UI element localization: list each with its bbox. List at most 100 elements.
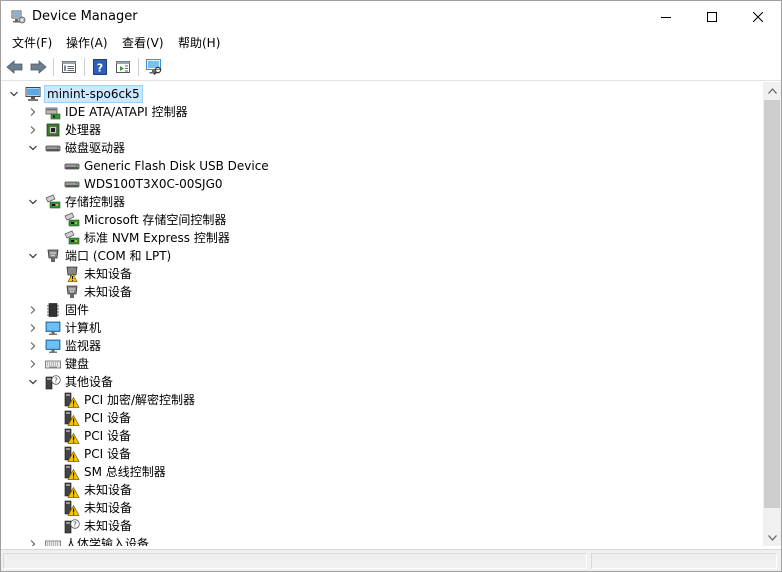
device-tree[interactable]: minint-spo6ck5 IDE ATA/ATAPI 控制器 处理器 磁盘驱… — [1, 82, 763, 546]
scroll-up-button[interactable] — [763, 82, 781, 99]
tree-item-other-device[interactable]: 未知设备 — [1, 499, 763, 517]
tree-item-label: 固件 — [65, 303, 90, 317]
warning-device-icon — [64, 500, 80, 516]
tree-item-label: 标准 NVM Express 控制器 — [84, 231, 230, 245]
tree-item-storage-controller[interactable]: Microsoft 存储空间控制器 — [1, 211, 763, 229]
tree-item-label: 未知设备 — [84, 267, 133, 281]
tree-item-ide[interactable]: IDE ATA/ATAPI 控制器 — [1, 103, 763, 121]
show-hide-pane-button[interactable] — [114, 58, 132, 76]
toolbar-separator — [53, 58, 54, 76]
tree-item-disk[interactable]: WDS100T3X0C-00SJG0 — [1, 175, 763, 193]
tree-item-label: Generic Flash Disk USB Device — [84, 159, 269, 173]
tree-item-label: 人体学输入设备 — [65, 537, 150, 546]
close-icon — [753, 11, 763, 22]
tree-item-label: WDS100T3X0C-00SJG0 — [84, 177, 223, 191]
chevron-right-icon[interactable] — [27, 538, 39, 546]
chevron-right-icon[interactable] — [27, 124, 39, 136]
tree-item-hid[interactable]: 人体学输入设备 — [1, 535, 763, 546]
tree-item-monitors[interactable]: 监视器 — [1, 337, 763, 355]
chevron-right-icon[interactable] — [27, 304, 39, 316]
tree-item-storage-controller[interactable]: 标准 NVM Express 控制器 — [1, 229, 763, 247]
tree-item-disk[interactable]: Generic Flash Disk USB Device — [1, 157, 763, 175]
tree-item-label: 端口 (COM 和 LPT) — [65, 249, 172, 263]
tree-item-unknown-port[interactable]: 未知设备 — [1, 265, 763, 283]
disk-drive-icon — [64, 163, 80, 170]
tree-item-firmware[interactable]: 固件 — [1, 301, 763, 319]
device-manager-window: Device Manager 文件(F) 操作(A) 查看(V) 帮助(H) ?… — [0, 0, 782, 572]
menu-action[interactable]: 操作(A) — [65, 34, 109, 52]
menu-bar: 文件(F) 操作(A) 查看(V) 帮助(H) — [1, 32, 781, 53]
tree-item-label: 磁盘驱动器 — [65, 141, 126, 155]
tree-item-label: 计算机 — [65, 321, 102, 335]
menu-help[interactable]: 帮助(H) — [177, 34, 221, 52]
chevron-right-icon[interactable] — [27, 106, 39, 118]
svg-text:?: ? — [97, 62, 103, 75]
tree-item-other-device[interactable]: PCI 设备 — [1, 445, 763, 463]
minimize-icon — [661, 16, 671, 18]
port-icon — [66, 285, 78, 298]
chevron-down-icon[interactable] — [27, 250, 39, 262]
tree-item-label: 键盘 — [65, 357, 90, 371]
tree-item-storage-controllers[interactable]: 存储控制器 — [1, 193, 763, 211]
port-warning-icon — [66, 266, 78, 282]
chevron-down-icon[interactable] — [27, 196, 39, 208]
tree-item-unknown-port[interactable]: 未知设备 — [1, 283, 763, 301]
chevron-down-icon[interactable] — [27, 376, 39, 388]
monitor-icon — [45, 321, 61, 335]
forward-button[interactable] — [29, 58, 47, 76]
chevron-right-icon[interactable] — [27, 358, 39, 370]
warning-device-icon — [64, 446, 80, 462]
tree-item-other-device[interactable]: PCI 加密/解密控制器 — [1, 391, 763, 409]
monitor-icon — [45, 339, 61, 353]
maximize-button[interactable] — [689, 1, 735, 32]
tree-item-keyboards[interactable]: 键盘 — [1, 355, 763, 373]
chevron-down-icon — [767, 534, 777, 541]
unknown-device-icon: ? — [64, 519, 80, 534]
tree-item-computer[interactable]: 计算机 — [1, 319, 763, 337]
tree-item-other-device[interactable]: PCI 设备 — [1, 409, 763, 427]
minimize-button[interactable] — [643, 1, 689, 32]
tree-item-other-device[interactable]: PCI 设备 — [1, 427, 763, 445]
back-button[interactable] — [6, 58, 24, 76]
port-icon — [47, 249, 59, 262]
chevron-up-icon — [767, 87, 777, 94]
tree-root[interactable]: minint-spo6ck5 — [1, 85, 763, 103]
tree-item-disk-drives[interactable]: 磁盘驱动器 — [1, 139, 763, 157]
tree-root-label: minint-spo6ck5 — [44, 85, 143, 103]
status-bar — [1, 549, 781, 571]
scrollbar-thumb[interactable] — [764, 100, 780, 508]
tree-item-other-device[interactable]: 未知设备 — [1, 481, 763, 499]
vertical-scrollbar[interactable] — [763, 82, 781, 546]
chevron-right-icon[interactable] — [27, 340, 39, 352]
help-button[interactable]: ? — [91, 58, 109, 76]
maximize-icon — [707, 11, 717, 22]
title-bar[interactable]: Device Manager — [1, 1, 781, 32]
hid-icon — [45, 540, 61, 546]
scroll-down-button[interactable] — [763, 529, 781, 546]
tree-item-label: PCI 设备 — [84, 429, 131, 443]
back-arrow-icon — [6, 60, 23, 74]
tree-item-label: 未知设备 — [84, 519, 133, 533]
warning-device-icon — [64, 392, 80, 408]
menu-file[interactable]: 文件(F) — [11, 34, 53, 52]
storage-controller-icon — [64, 212, 80, 227]
tree-item-other-device[interactable]: ? 未知设备 — [1, 517, 763, 535]
storage-controller-icon — [45, 194, 61, 209]
chevron-right-icon[interactable] — [27, 322, 39, 334]
tree-item-label: Microsoft 存储空间控制器 — [84, 213, 227, 227]
properties-button[interactable] — [60, 58, 78, 76]
tree-item-ports[interactable]: 端口 (COM 和 LPT) — [1, 247, 763, 265]
properties-icon — [62, 61, 76, 73]
tree-item-label: IDE ATA/ATAPI 控制器 — [65, 105, 188, 119]
tree-item-processor[interactable]: 处理器 — [1, 121, 763, 139]
device-manager-icon — [11, 10, 26, 24]
close-button[interactable] — [735, 1, 781, 32]
scan-hardware-button[interactable] — [145, 58, 163, 76]
menu-view[interactable]: 查看(V) — [121, 34, 165, 52]
show-hide-pane-icon — [116, 61, 130, 73]
tree-item-other-devices[interactable]: ? 其他设备 — [1, 373, 763, 391]
tree-item-other-device[interactable]: SM 总线控制器 — [1, 463, 763, 481]
ide-controller-icon — [45, 107, 61, 120]
chevron-down-icon[interactable] — [8, 88, 20, 100]
chevron-down-icon[interactable] — [27, 142, 39, 154]
